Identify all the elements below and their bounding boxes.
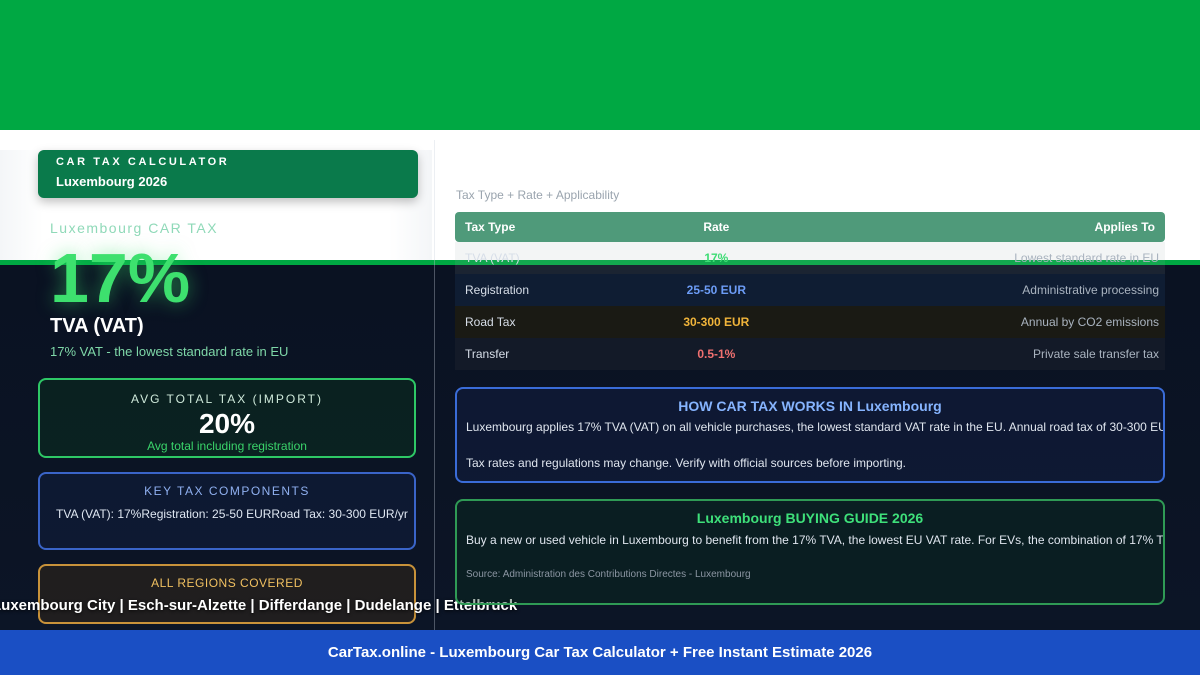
- rate-cell: 0.5-1%: [697, 347, 736, 361]
- column-header-rate: Rate: [635, 212, 797, 242]
- tax-description: 17% VAT - the lowest standard rate in EU: [50, 344, 289, 359]
- tax-type-cell: Transfer: [465, 347, 510, 361]
- disclaimer-note: Tax rates and regulations may change. Ve…: [466, 456, 907, 470]
- avg-total-tax-label: AVG TOTAL TAX (IMPORT): [130, 392, 324, 406]
- rate-cell: 30-300 EUR: [683, 315, 750, 329]
- avg-total-tax-card: AVG TOTAL TAX (IMPORT) 20% Avg total inc…: [38, 378, 416, 458]
- table-header-row: Tax Type Rate Applies To: [455, 212, 1165, 242]
- table-caption: Tax Type + Rate + Applicability: [456, 188, 620, 202]
- applies-to-cell: Administrative processing: [1022, 283, 1159, 297]
- headline-rate: 17%: [50, 239, 191, 317]
- source-citation: Source: Administration des Contributions…: [466, 569, 751, 580]
- tax-name: TVA (VAT): [50, 315, 144, 337]
- regions-label: ALL REGIONS COVERED: [151, 576, 303, 590]
- country-label: Luxembourg CAR TAX: [50, 220, 219, 236]
- avg-total-tax-value: 20%: [198, 408, 256, 439]
- footer-banner[interactable]: CarTax.online - Luxembourg Car Tax Calcu…: [0, 630, 1200, 675]
- table-row: Registration 25-50 EUR Administrative pr…: [455, 274, 1165, 306]
- column-header-applies-to: Applies To: [796, 212, 1165, 242]
- rate-cell: 25-50 EUR: [686, 283, 747, 297]
- table-row: TVA (VAT) 17% Lowest standard rate in EU: [455, 242, 1165, 274]
- tax-type-cell: TVA (VAT): [465, 251, 520, 265]
- tax-type-cell: Road Tax: [465, 315, 516, 329]
- brand-subtitle: Luxembourg 2026: [56, 174, 168, 189]
- buying-guide-box: Luxembourg BUYING GUIDE 2026 Buy a new o…: [455, 499, 1165, 605]
- how-car-tax-works-title: HOW CAR TAX WORKS IN Luxembourg: [678, 398, 942, 414]
- regions-list: Luxembourg City | Esch-sur-Alzette | Dif…: [0, 597, 518, 614]
- key-tax-components-text: TVA (VAT): 17%Registration: 25-50 EURRoa…: [56, 507, 408, 521]
- tax-table: Tax Type Rate Applies To TVA (VAT) 17% L…: [455, 212, 1165, 370]
- table-row: Road Tax 30-300 EUR Annual by CO2 emissi…: [455, 306, 1165, 338]
- brand-card: CAR TAX CALCULATOR Luxembourg 2026: [38, 150, 418, 198]
- buying-guide-title: Luxembourg BUYING GUIDE 2026: [696, 510, 924, 526]
- buying-guide-text: Buy a new or used vehicle in Luxembourg …: [466, 533, 1165, 547]
- top-green-band: [0, 0, 1200, 130]
- table-row: Transfer 0.5-1% Private sale transfer ta…: [455, 338, 1165, 370]
- tax-type-cell: Registration: [465, 283, 530, 297]
- avg-total-tax-caption: Avg total including registration: [147, 439, 307, 453]
- applies-to-cell: Lowest standard rate in EU: [1014, 251, 1159, 265]
- column-header-tax-type: Tax Type: [455, 212, 636, 242]
- column-divider: [434, 140, 435, 630]
- key-tax-components-label: KEY TAX COMPONENTS: [144, 484, 310, 498]
- applies-to-cell: Annual by CO2 emissions: [1020, 315, 1159, 329]
- applies-to-cell: Private sale transfer tax: [1032, 347, 1159, 361]
- how-car-tax-works-box: HOW CAR TAX WORKS IN Luxembourg Luxembou…: [455, 387, 1165, 483]
- key-tax-components-card: KEY TAX COMPONENTS TVA (VAT): 17%Registr…: [38, 472, 416, 550]
- rate-cell: 17%: [704, 251, 729, 265]
- brand-title: CAR TAX CALCULATOR: [56, 156, 230, 168]
- how-car-tax-works-text: Luxembourg applies 17% TVA (VAT) on all …: [466, 420, 1165, 434]
- regions-ticker: Luxembourg City | Esch-sur-Alzette | Dif…: [0, 590, 527, 620]
